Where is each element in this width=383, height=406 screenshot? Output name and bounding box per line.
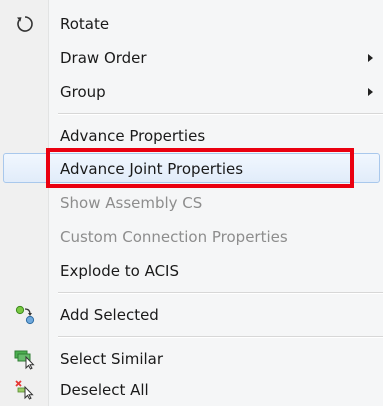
menu-item-label: Select Similar: [60, 350, 164, 368]
menu-item-rotate[interactable]: Rotate: [0, 8, 383, 40]
menu-item-deselect-all[interactable]: Deselect All: [0, 374, 383, 406]
menu-item-add-selected[interactable]: Add Selected: [0, 299, 383, 331]
submenu-arrow-icon: [368, 54, 373, 62]
add-selected-icon: [15, 305, 35, 325]
menu-item-label: Rotate: [60, 15, 110, 33]
deselect-all-icon: [15, 380, 34, 400]
menu-separator-highlight: [58, 114, 383, 115]
menu-item-explode-to-acis[interactable]: Explode to ACIS: [0, 255, 383, 287]
menu-item-label: Deselect All: [60, 381, 149, 399]
menu-item-label: Add Selected: [60, 306, 159, 324]
menu-item-show-assembly-cs: Show Assembly CS: [0, 187, 383, 219]
menu-separator-highlight: [58, 337, 383, 338]
highlight-box: [46, 148, 354, 188]
menu-item-label: Group: [60, 83, 106, 101]
menu-item-label: Custom Connection Properties: [60, 228, 288, 246]
menu-item-select-similar[interactable]: Select Similar: [0, 343, 383, 375]
menu-item-label: Explode to ACIS: [60, 262, 179, 280]
context-menu: Rotate Draw Order Group Advance Properti…: [0, 0, 383, 406]
menu-item-label: Draw Order: [60, 49, 147, 67]
rotate-icon: [17, 16, 33, 32]
select-similar-icon: [14, 350, 35, 370]
menu-item-label: Show Assembly CS: [60, 194, 203, 212]
submenu-arrow-icon: [368, 88, 373, 96]
menu-item-draw-order[interactable]: Draw Order: [0, 42, 383, 74]
menu-item-custom-connection-properties: Custom Connection Properties: [0, 221, 383, 253]
menu-separator-highlight: [58, 293, 383, 294]
menu-item-group[interactable]: Group: [0, 76, 383, 108]
